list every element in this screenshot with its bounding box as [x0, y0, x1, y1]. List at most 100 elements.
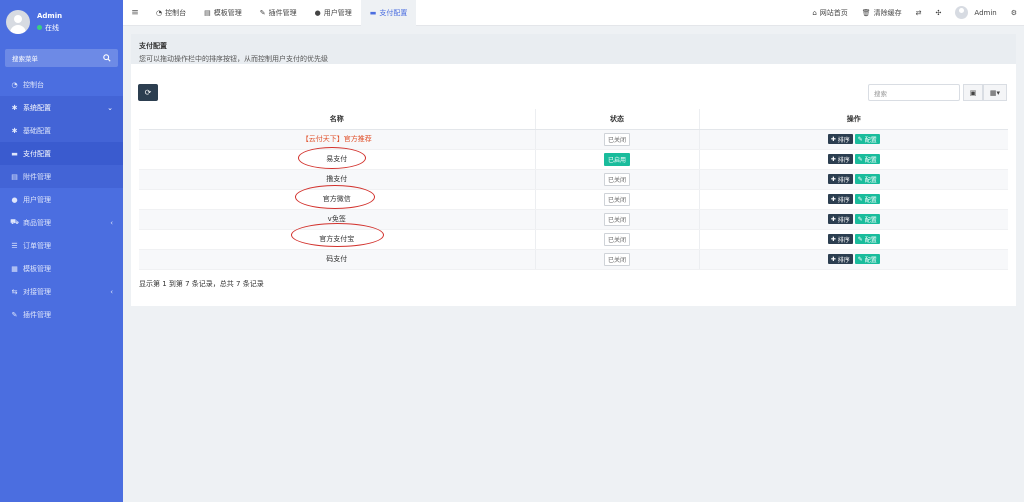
- config-button[interactable]: ✎ 配置: [854, 214, 880, 224]
- sidebar-item-plugins[interactable]: ✎ 插件管理: [0, 303, 123, 326]
- config-button[interactable]: ✎ 配置: [854, 134, 880, 144]
- sidebar-item-templates[interactable]: ▦ 模板管理: [0, 257, 123, 280]
- status-badge[interactable]: 已关闭: [603, 172, 630, 186]
- online-dot-icon: [37, 25, 42, 30]
- payment-name: 官方微信: [139, 189, 535, 210]
- status-badge[interactable]: 已关闭: [603, 212, 630, 226]
- search-input[interactable]: 搜索: [868, 84, 960, 101]
- sidebar-item-attachments[interactable]: ▤ 附件管理: [0, 165, 123, 188]
- sidebar-item-products[interactable]: ⛟ 商品管理 ‹: [0, 211, 123, 234]
- avatar: [955, 6, 969, 19]
- sidebar-item-payment-config[interactable]: ▬ 支付配置: [0, 142, 123, 165]
- payment-name: 码支付: [139, 249, 535, 270]
- payment-name: 撸支付: [139, 169, 535, 190]
- sidebar-item-integrations[interactable]: ⇆ 对接管理 ‹: [0, 280, 123, 303]
- clear-cache-button[interactable]: 🗑 清除缓存: [855, 8, 909, 18]
- avatar: [6, 10, 30, 34]
- sort-button[interactable]: ✚ 排序: [827, 194, 853, 204]
- site-home-link[interactable]: ⌂ 网站首页: [805, 8, 854, 18]
- sidebar-item-basic-config[interactable]: ✱ 基础配置: [0, 119, 123, 142]
- table-row: 码支付 已关闭 ✚ 排序 ✎ 配置: [139, 249, 1008, 270]
- page-title: 支付配置: [139, 42, 167, 50]
- sidebar-item-dashboard[interactable]: ◔ 控制台: [0, 73, 123, 96]
- config-button[interactable]: ✎ 配置: [854, 254, 880, 264]
- sort-button[interactable]: ✚ 排序: [827, 134, 853, 144]
- chevron-left-icon: ‹: [110, 218, 113, 227]
- main-panel: 支付配置 您可以拖动操作栏中的排序按钮，从而控制用户支付的优先级 ⟳ 搜索 ▣ …: [131, 34, 1016, 306]
- table-row: v免签 已关闭 ✚ 排序 ✎ 配置: [139, 209, 1008, 230]
- user-menu[interactable]: Admin: [948, 6, 1003, 19]
- language-icon[interactable]: ⇄: [909, 9, 929, 17]
- tab-payment-config[interactable]: ▬ 支付配置: [360, 0, 417, 26]
- payment-name: 【云付天下】官方推荐: [139, 129, 535, 150]
- config-button[interactable]: ✎ 配置: [854, 154, 880, 164]
- refresh-button[interactable]: ⟳: [138, 84, 158, 101]
- plugin-icon: ✎: [11, 310, 18, 319]
- home-icon: ⌂: [812, 8, 817, 17]
- search-icon[interactable]: [103, 54, 111, 62]
- sort-button[interactable]: ✚ 排序: [827, 254, 853, 264]
- link-icon: ⇆: [11, 287, 18, 296]
- user-name: Admin: [37, 11, 63, 20]
- dashboard-icon: ◔: [156, 8, 163, 17]
- panel-header: 支付配置 您可以拖动操作栏中的排序按钮，从而控制用户支付的优先级: [131, 34, 1016, 64]
- table-row: 易支付 已启用 ✚ 排序 ✎ 配置: [139, 149, 1008, 170]
- gear-icon: ✱: [11, 103, 18, 112]
- sidebar-item-orders[interactable]: ☰ 订单管理: [0, 234, 123, 257]
- sidebar-item-system-config[interactable]: ✱ 系统配置 ⌄: [0, 96, 123, 119]
- status-badge[interactable]: 已启用: [603, 152, 630, 166]
- user-icon: ●: [314, 8, 321, 17]
- top-navbar: ≡ ◔ 控制台 ▤ 模板管理 ✎ 插件管理 ● 用户管理 ▬ 支付配置 ⌂ 网站首页 🗑 清除…: [123, 0, 1024, 26]
- column-header-actions: 操作: [698, 109, 1008, 130]
- status-badge[interactable]: 已关闭: [603, 192, 630, 206]
- chevron-left-icon: ‹: [110, 287, 113, 296]
- status-badge[interactable]: 已关闭: [603, 132, 630, 146]
- user-status: 在线: [37, 23, 62, 33]
- table-row: 官方支付宝 已关闭 ✚ 排序 ✎ 配置: [139, 229, 1008, 250]
- pagination-summary: 显示第 1 到第 7 条记录，总共 7 条记录: [139, 280, 264, 288]
- cart-icon: ⛟: [10, 218, 19, 226]
- settings-icon[interactable]: ⚙: [1004, 9, 1024, 17]
- tab-plugins[interactable]: ✎ 插件管理: [251, 0, 306, 26]
- plugin-icon: ✎: [259, 8, 266, 17]
- user-icon: ●: [11, 195, 18, 204]
- status-badge[interactable]: 已关闭: [603, 232, 630, 246]
- config-button[interactable]: ✎ 配置: [854, 194, 880, 204]
- sidebar-item-users[interactable]: ● 用户管理: [0, 188, 123, 211]
- tab-dashboard[interactable]: ◔ 控制台: [147, 0, 195, 26]
- template-icon: ▤: [204, 8, 211, 17]
- sidebar-search-label: 搜索菜单: [12, 55, 38, 63]
- hamburger-icon[interactable]: ≡: [123, 8, 147, 18]
- columns-dropdown-button[interactable]: ▦▾: [983, 84, 1007, 101]
- payment-name: v免签: [139, 209, 535, 230]
- tab-users[interactable]: ● 用户管理: [306, 0, 361, 26]
- fullscreen-icon[interactable]: ✣: [929, 9, 949, 17]
- sort-button[interactable]: ✚ 排序: [827, 154, 853, 164]
- list-icon: ▬: [369, 8, 377, 17]
- status-badge[interactable]: 已关闭: [603, 252, 630, 266]
- chevron-down-icon: ⌄: [107, 103, 113, 112]
- sort-button[interactable]: ✚ 排序: [827, 234, 853, 244]
- column-header-status[interactable]: 状态: [534, 109, 699, 130]
- page-description: 您可以拖动操作栏中的排序按钮，从而控制用户支付的优先级: [139, 55, 328, 63]
- sidebar-search[interactable]: 搜索菜单: [5, 49, 118, 67]
- list-icon: ▬: [11, 149, 18, 158]
- columns-icon: ▦▾: [989, 88, 1001, 97]
- tab-templates[interactable]: ▤ 模板管理: [195, 0, 251, 26]
- sidebar: Admin 在线 搜索菜单 ◔ 控制台 ✱ 系统配置 ⌄ ✱ 基础配置 ▬ 支付配置 ▤ 附…: [0, 0, 123, 502]
- toggle-view-button[interactable]: ▣: [963, 84, 983, 101]
- card-view-icon: ▣: [969, 88, 977, 97]
- sort-button[interactable]: ✚ 排序: [827, 174, 853, 184]
- payment-name: 官方支付宝: [139, 229, 535, 250]
- file-icon: ▤: [11, 172, 18, 181]
- column-header-name[interactable]: 名称: [139, 109, 535, 130]
- gear-icon: ✱: [11, 126, 18, 135]
- config-button[interactable]: ✎ 配置: [854, 234, 880, 244]
- sidebar-menu: ◔ 控制台 ✱ 系统配置 ⌄ ✱ 基础配置 ▬ 支付配置 ▤ 附件管理 ● 用户管理 ⛟ 商品管…: [0, 73, 123, 326]
- sort-button[interactable]: ✚ 排序: [827, 214, 853, 224]
- config-button[interactable]: ✎ 配置: [854, 174, 880, 184]
- template-icon: ▦: [11, 264, 18, 273]
- table-row: 【云付天下】官方推荐 已关闭 ✚ 排序 ✎ 配置: [139, 129, 1008, 150]
- table-row: 官方微信 已关闭 ✚ 排序 ✎ 配置: [139, 189, 1008, 210]
- dashboard-icon: ◔: [11, 80, 18, 89]
